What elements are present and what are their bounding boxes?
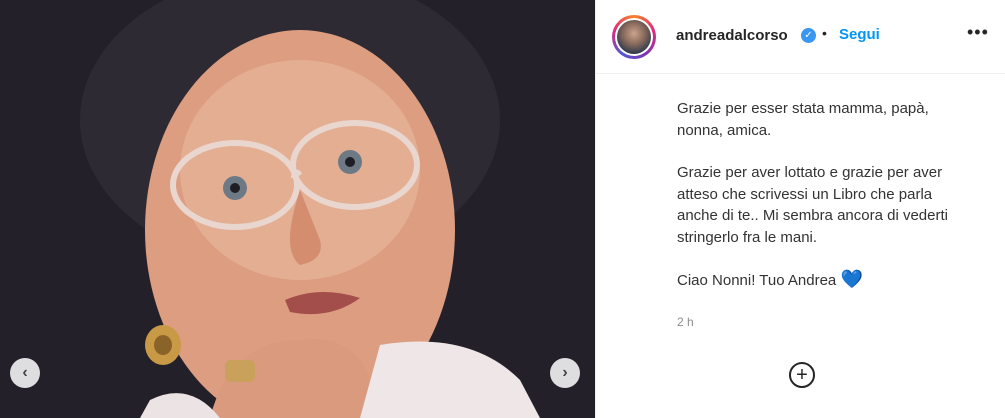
verified-badge-icon: ✓ (801, 28, 816, 43)
post-header: andreadalcorso ✓ • Segui ••• (596, 0, 1005, 74)
username-link[interactable]: andreadalcorso (676, 27, 788, 44)
post-timestamp[interactable]: 2 h (677, 315, 694, 329)
avatar-image (617, 20, 651, 54)
avatar[interactable] (612, 15, 656, 59)
post-image: ‹ › (0, 0, 595, 418)
chevron-left-icon: ‹ (22, 364, 28, 381)
post-caption: Grazie per esser stata mamma, papà, nonn… (677, 98, 977, 313)
chevron-right-icon: › (562, 364, 568, 381)
caption-paragraph-1: Grazie per esser stata mamma, papà, nonn… (677, 100, 929, 139)
add-circle-button[interactable]: + (789, 362, 815, 388)
caption-paragraph-3: Ciao Nonni! Tuo Andrea 💙 (677, 269, 977, 292)
caption-paragraph-2: Grazie per aver lottato e grazie per ave… (677, 164, 948, 246)
caption-signoff: Ciao Nonni! Tuo Andrea (677, 272, 837, 289)
more-options-button[interactable]: ••• (967, 22, 989, 43)
blue-heart-emoji: 💙 (840, 269, 863, 289)
separator-dot: • (822, 25, 827, 41)
plus-icon: + (796, 363, 808, 386)
carousel-next-button[interactable]: › (550, 358, 580, 388)
follow-button[interactable]: Segui (839, 26, 880, 43)
carousel-prev-button[interactable]: ‹ (10, 358, 40, 388)
photo-illustration (0, 0, 595, 418)
